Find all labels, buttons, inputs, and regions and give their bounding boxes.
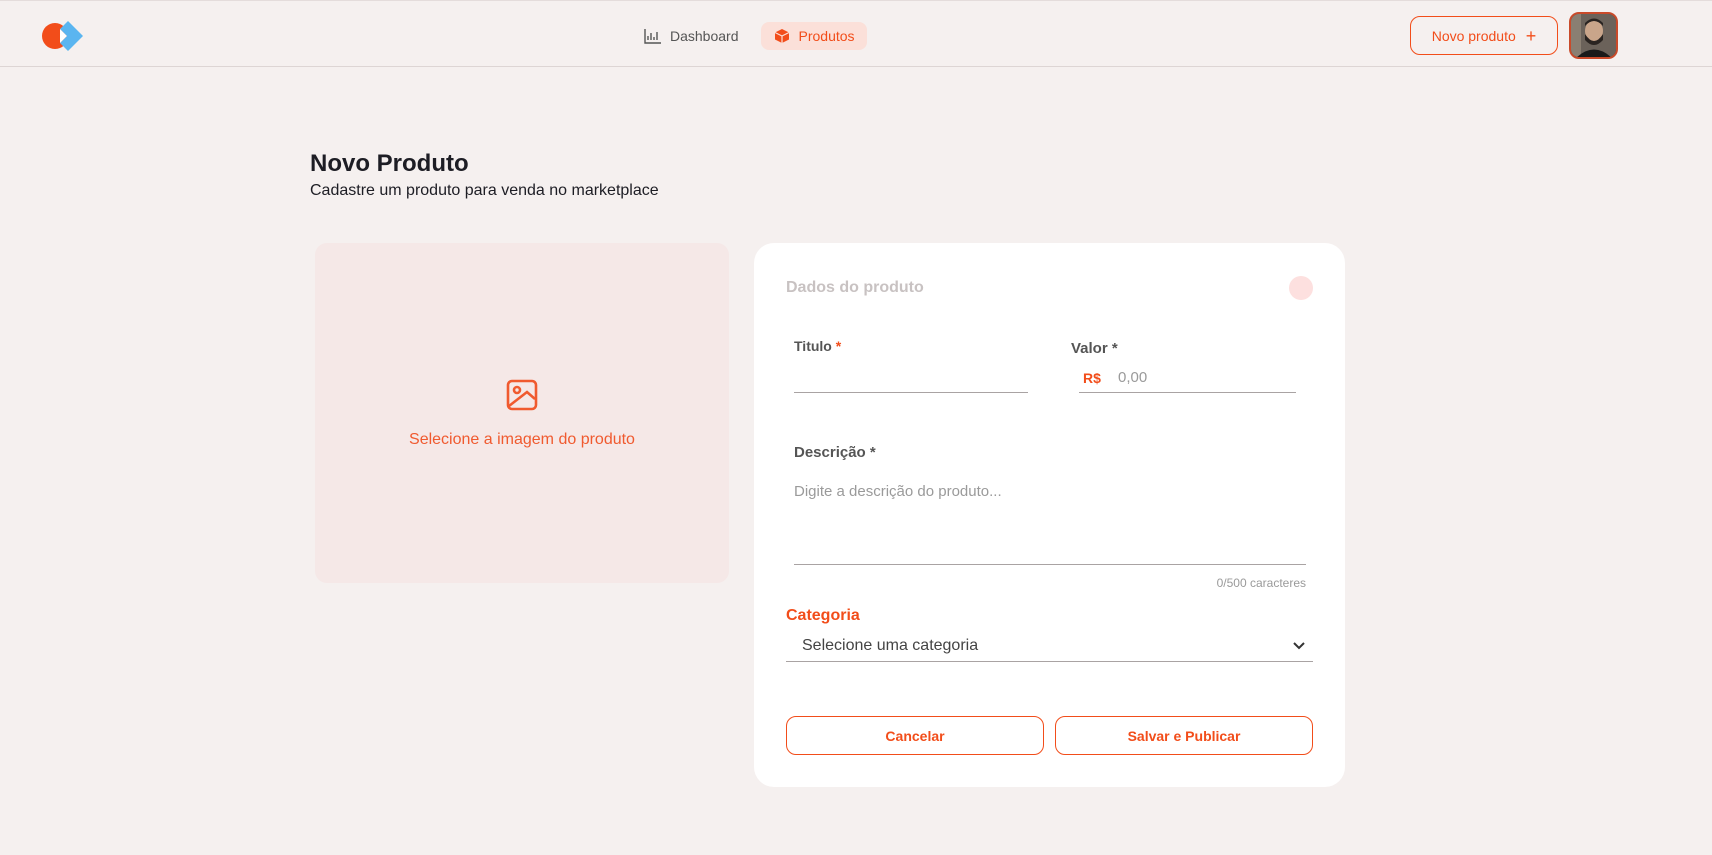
image-picker-label: Selecione a imagem do produto [409, 430, 635, 448]
status-dot [1289, 276, 1313, 300]
package-icon [773, 27, 791, 45]
category-select[interactable]: Selecione uma categoria [786, 630, 1313, 662]
price-placeholder: 0,00 [1118, 369, 1148, 386]
image-icon [505, 378, 539, 417]
description-placeholder: Digite a descrição do produto... [794, 483, 1002, 500]
title-required-mark: * [835, 338, 842, 354]
currency-prefix: R$ [1083, 370, 1101, 386]
category-label: Categoria [786, 607, 860, 624]
new-product-button[interactable]: Novo produto + [1410, 16, 1558, 55]
description-label: Descrição * [794, 444, 876, 461]
cancel-button[interactable]: Cancelar [786, 716, 1044, 755]
page-title: Novo Produto [310, 150, 469, 177]
description-textarea[interactable]: Digite a descrição do produto... [794, 467, 1306, 565]
page-subtitle: Cadastre um produto para venda no market… [310, 182, 659, 199]
title-label: Titulo * [794, 338, 841, 354]
category-select-value: Selecione uma categoria [802, 636, 979, 654]
save-publish-button[interactable]: Salvar e Publicar [1055, 716, 1313, 755]
image-picker[interactable]: Selecione a imagem do produto [315, 243, 729, 583]
title-input[interactable] [794, 361, 1028, 393]
chevron-down-icon [1293, 637, 1305, 655]
nav-item-produtos-label: Produtos [798, 28, 855, 44]
section-title: Dados do produto [786, 279, 924, 296]
price-input[interactable]: R$ 0,00 [1079, 361, 1296, 393]
main-nav: Dashboard Produtos [632, 22, 867, 50]
title-label-text: Titulo [794, 338, 832, 354]
nav-item-produtos[interactable]: Produtos [760, 22, 867, 50]
chart-icon [644, 27, 662, 45]
character-counter: 0/500 caracteres [1216, 576, 1306, 590]
new-product-button-label: Novo produto [1431, 27, 1516, 44]
nav-item-dashboard[interactable]: Dashboard [632, 22, 751, 50]
nav-item-dashboard-label: Dashboard [670, 28, 739, 44]
logo-icon[interactable] [40, 18, 86, 54]
plus-icon: + [1525, 25, 1537, 46]
price-label: Valor * [1071, 340, 1118, 357]
top-navbar: Dashboard Produtos Novo produto + [0, 0, 1712, 67]
avatar[interactable] [1569, 12, 1618, 59]
product-form-card: Dados do produto Titulo * Valor * R$ 0,0… [754, 243, 1345, 787]
